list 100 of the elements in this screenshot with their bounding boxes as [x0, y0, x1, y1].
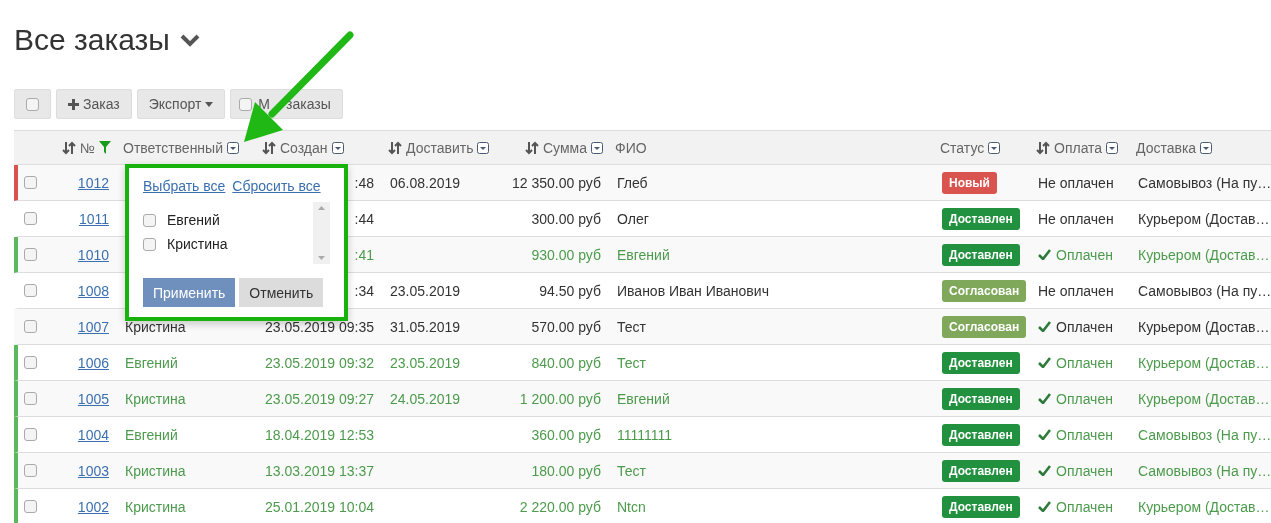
row-checkbox[interactable] [24, 320, 37, 333]
sort-icon[interactable] [1036, 140, 1050, 155]
column-header[interactable]: Доставка [1136, 139, 1197, 156]
status-badge: Новый [942, 171, 997, 194]
order-link[interactable]: 1012 [77, 174, 109, 191]
table-cell: 23.05.2019 [390, 282, 461, 299]
status-badge: Доставлен [942, 423, 1020, 446]
cancel-button[interactable]: Отменить [239, 278, 324, 307]
table-cell: Тест [617, 318, 646, 335]
order-link[interactable]: 1006 [77, 354, 109, 371]
order-link[interactable]: 1002 [77, 498, 109, 515]
option-checkbox[interactable] [143, 213, 156, 227]
table-cell: 31.05.2019 [390, 318, 461, 335]
dropdown-icon[interactable] [988, 141, 1001, 154]
table-cell: Оплачен [1056, 498, 1113, 515]
table-cell: Тест [617, 462, 646, 479]
order-link[interactable]: 1010 [77, 246, 109, 263]
table-cell: 25.01.2019 10:04 [265, 498, 374, 515]
export-button[interactable]: Экспорт [136, 89, 226, 119]
dropdown-icon[interactable] [591, 141, 603, 154]
option-label[interactable]: Евгений [167, 212, 220, 228]
status-badge: Доставлен [942, 207, 1020, 230]
table-cell: 1 200.00 руб [519, 390, 601, 407]
filter-link[interactable]: Выбрать все [143, 178, 226, 194]
table-cell: Евгений [617, 246, 670, 263]
chevron-down-icon[interactable] [179, 33, 200, 47]
check-icon [1038, 465, 1051, 476]
table-cell: 12 350.00 руб [512, 174, 601, 191]
filter-icon[interactable] [99, 141, 111, 154]
sort-icon[interactable] [388, 140, 402, 155]
status-badge: Доставлен [942, 459, 1020, 482]
table-cell: 23.05.2019 09:32 [265, 354, 374, 371]
table-cell: Олег [617, 210, 649, 227]
table-cell: Не оплачен [1038, 282, 1114, 299]
scroll-up-icon[interactable] [318, 206, 325, 210]
status-badge: Доставлен [942, 351, 1020, 374]
row-checkbox[interactable] [24, 500, 37, 513]
order-link[interactable]: 1003 [77, 462, 109, 479]
row-checkbox[interactable] [24, 284, 37, 297]
apply-button[interactable]: Применить [143, 278, 236, 307]
row-checkbox[interactable] [24, 248, 37, 261]
row-checkbox[interactable] [24, 212, 37, 225]
column-header[interactable]: Оплата [1054, 139, 1103, 156]
order-link[interactable]: 1008 [77, 282, 109, 299]
option-checkbox[interactable] [143, 237, 156, 251]
column-header[interactable]: Ответственный [123, 139, 223, 156]
table-cell: 18.04.2019 12:53 [265, 426, 374, 443]
sort-icon[interactable] [262, 140, 276, 155]
order-link[interactable]: 1011 [78, 210, 109, 227]
status-badge: Доставлен [942, 387, 1020, 410]
table-cell: 24.05.2019 [390, 390, 461, 407]
add-order-button[interactable]: Заказ [56, 89, 132, 119]
table-cell: 180.00 руб [531, 462, 601, 479]
check-icon [1038, 249, 1051, 260]
check-icon [1038, 321, 1051, 332]
order-link[interactable]: 1005 [77, 390, 109, 407]
check-icon [1038, 429, 1051, 440]
row-checkbox[interactable] [24, 176, 37, 189]
row-checkbox[interactable] [24, 392, 37, 405]
dropdown-icon[interactable] [1200, 141, 1213, 154]
column-header[interactable]: Статус [940, 139, 985, 156]
sort-icon[interactable] [61, 140, 76, 155]
table-cell: 13.03.2019 13:37 [265, 462, 374, 479]
order-link[interactable]: 1004 [77, 426, 109, 443]
status-badge: Согласован [942, 279, 1027, 302]
column-header[interactable]: Создан [280, 139, 328, 156]
column-header[interactable]: ФИО [615, 139, 647, 156]
row-checkbox[interactable] [24, 428, 37, 441]
table-cell: Оплачен [1056, 462, 1113, 479]
select-all-checkbox[interactable] [14, 89, 51, 119]
table-cell: Не оплачен [1038, 210, 1114, 227]
column-header[interactable]: № [79, 139, 95, 156]
table-cell: 840.00 руб [531, 354, 601, 371]
table-cell: Тест [617, 354, 646, 371]
table-cell: Оплачен [1056, 318, 1113, 335]
sort-icon[interactable] [525, 140, 539, 155]
table-cell: 570.00 руб [531, 318, 601, 335]
column-header[interactable]: Доставить [406, 139, 474, 156]
table-cell: Самовывоз (На пу… [1138, 462, 1271, 479]
table-cell: Самовывоз (На пу… [1138, 282, 1271, 299]
option-label[interactable]: Кристина [167, 236, 228, 252]
column-header[interactable]: Сумма [543, 139, 587, 156]
filter-link[interactable]: Сбросить все [232, 178, 321, 194]
scroll-down-icon[interactable] [318, 256, 325, 260]
table-cell: Курьером (Достав… [1138, 498, 1270, 515]
page-title: Все заказы [14, 23, 170, 57]
table-cell: 2 220.00 руб [519, 498, 601, 515]
scrollbar[interactable] [313, 202, 330, 264]
dropdown-icon[interactable] [477, 141, 490, 154]
row-checkbox[interactable] [24, 464, 37, 477]
table-cell: Кристина [125, 318, 186, 335]
table-cell: Евгений [125, 426, 178, 443]
dropdown-icon[interactable] [1106, 141, 1119, 154]
dropdown-icon[interactable] [331, 141, 344, 154]
dropdown-icon[interactable] [227, 141, 239, 154]
table-cell: :48 [354, 174, 374, 191]
row-checkbox[interactable] [24, 356, 37, 369]
table-cell: :44 [354, 210, 374, 227]
table-cell: Курьером (Достав… [1138, 354, 1270, 371]
order-link[interactable]: 1007 [77, 318, 109, 335]
